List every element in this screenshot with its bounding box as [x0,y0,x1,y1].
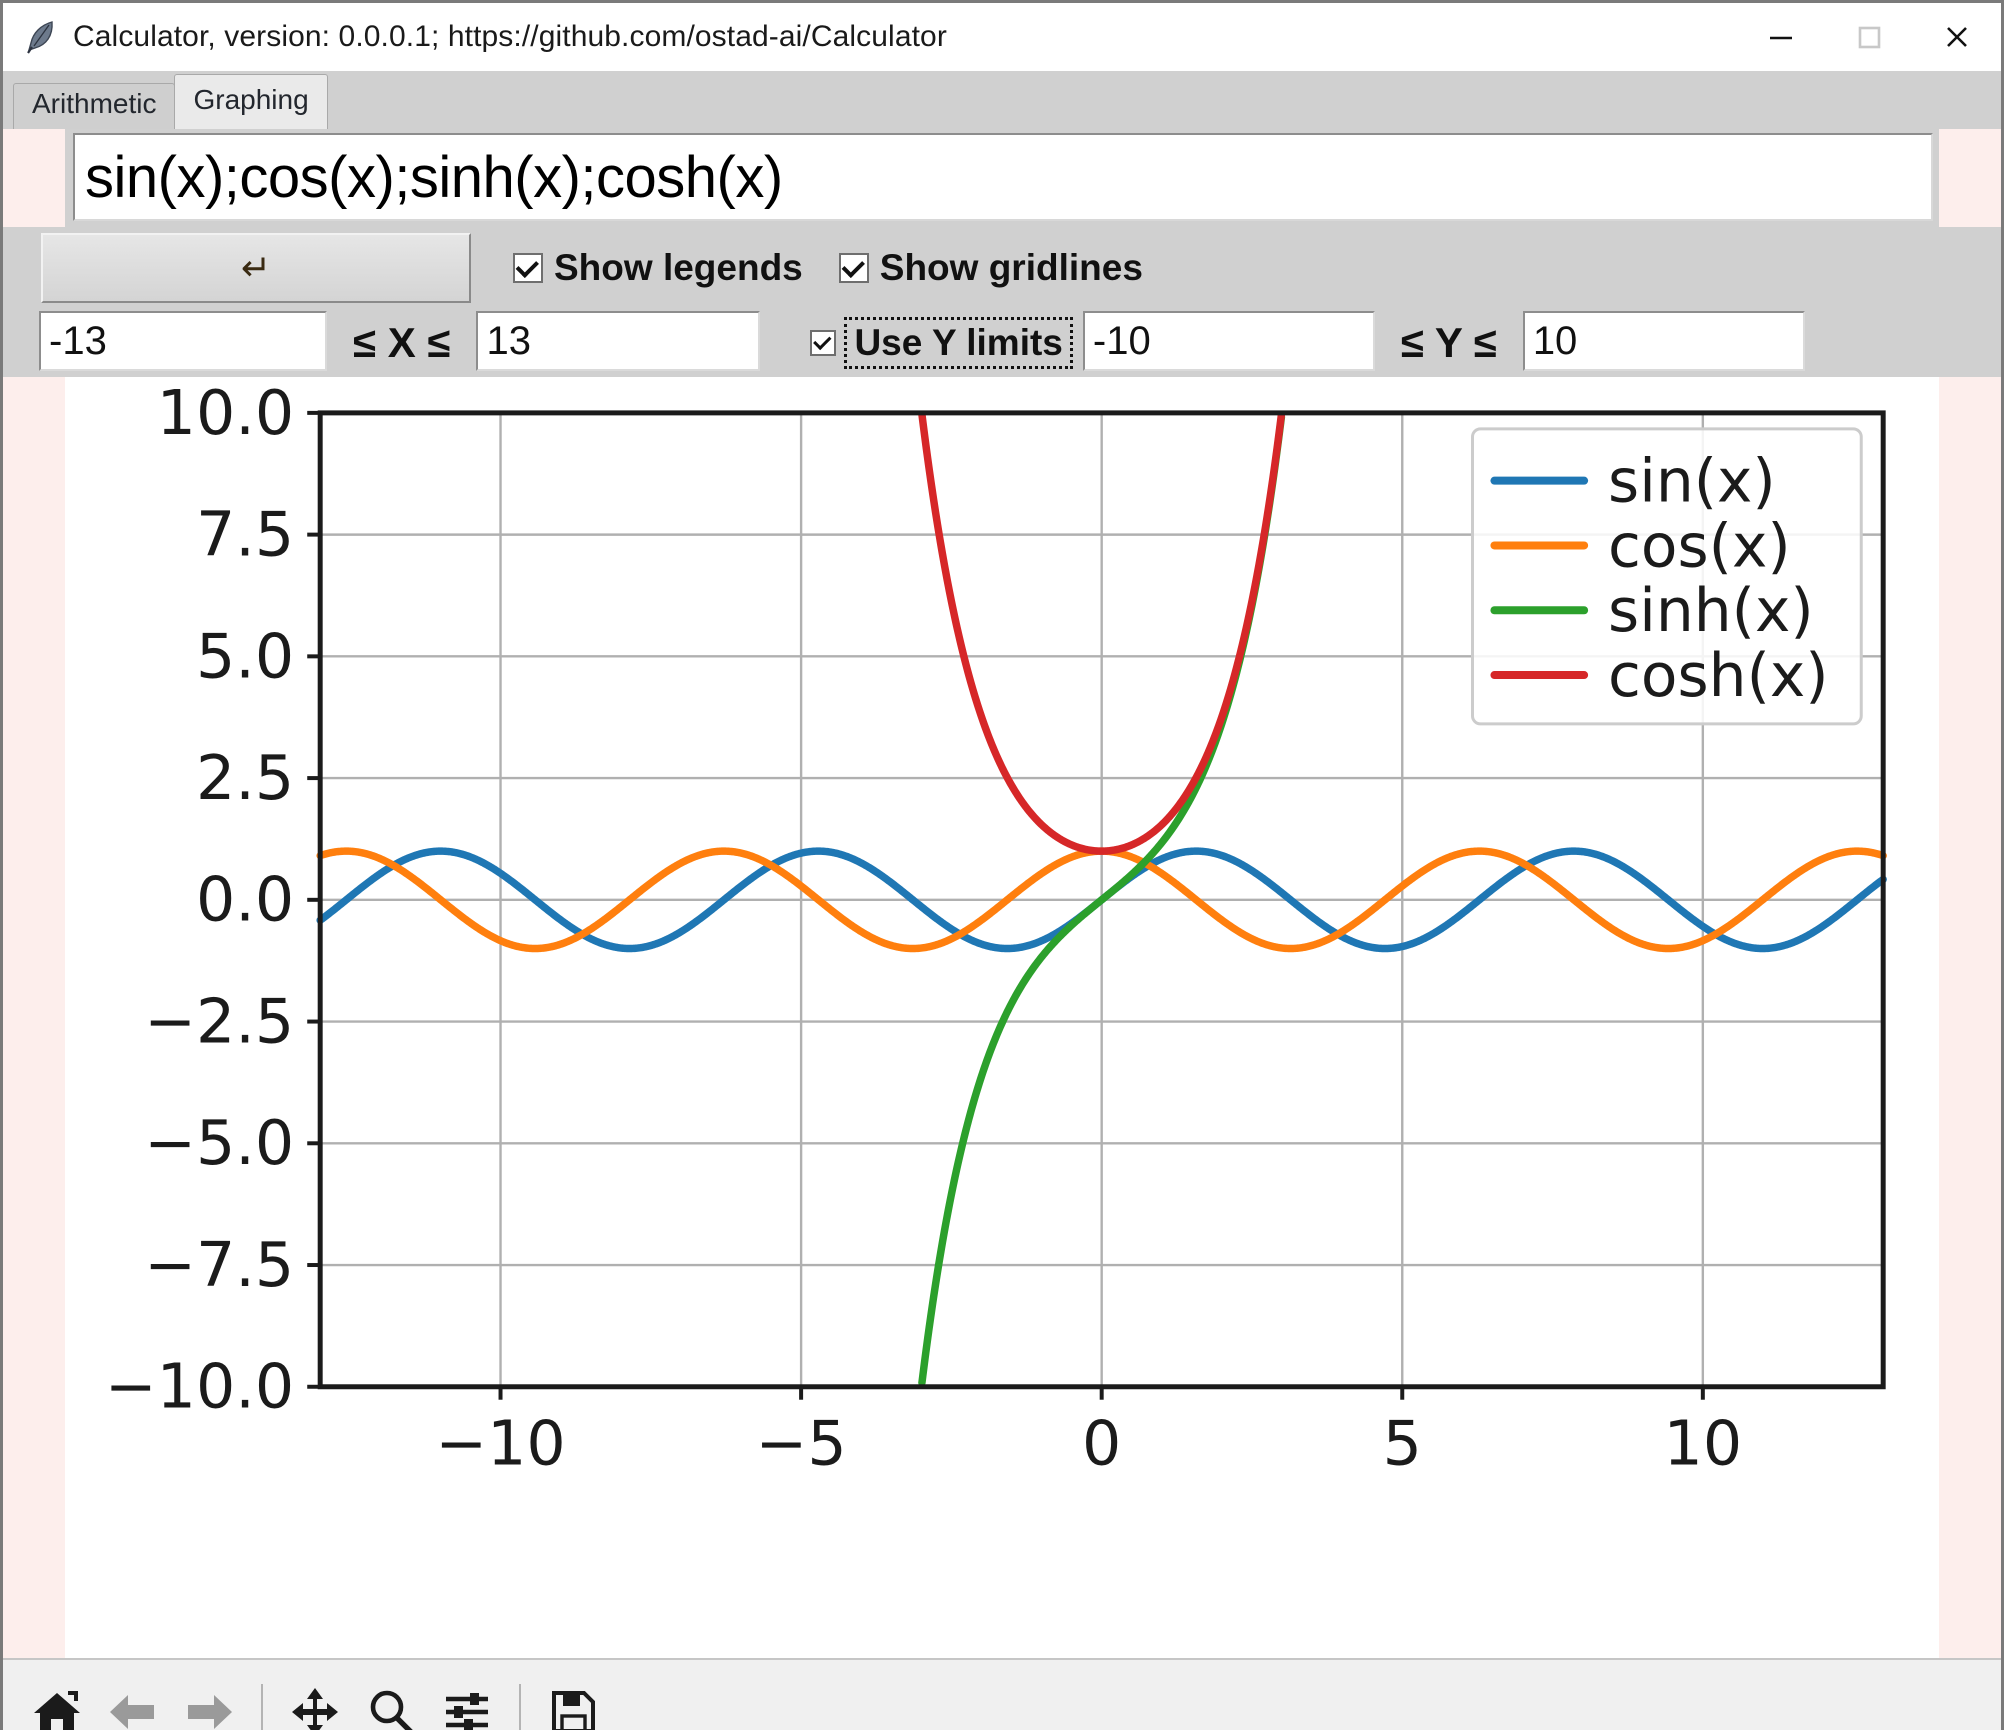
left-margin-strip [3,129,65,227]
show-gridlines-label: Show gridlines [880,247,1143,289]
svg-text:−5.0: −5.0 [144,1107,294,1179]
evaluate-button[interactable]: ↵ [41,233,471,303]
plot-svg: −10 −5 0 5 10 −10.0 −7.5 −5.0 −2.5 0.0 2.5 5.0 7.5 10… [65,377,1939,1658]
svg-text:−10.0: −10.0 [105,1351,294,1423]
svg-text:cosh(x): cosh(x) [1608,641,1829,711]
pan-move-icon[interactable] [277,1674,353,1730]
svg-text:2.5: 2.5 [196,742,294,814]
tab-arithmetic[interactable]: Arithmetic [13,83,175,129]
svg-text:5: 5 [1383,1408,1422,1480]
tab-strip: Arithmetic Graphing [3,71,2001,129]
svg-text:sinh(x): sinh(x) [1608,576,1814,646]
toolbar-divider [261,1684,263,1730]
x-relation-label: ≤ X ≤ [327,309,476,377]
window-controls [1737,3,2001,71]
svg-text:7.5: 7.5 [196,499,294,571]
show-legends-label: Show legends [554,247,803,289]
use-y-limits-label: Use Y limits [844,317,1072,369]
range-row: -13 ≤ X ≤ 13 Use Y limits -10 ≤ Y ≤ 10 [3,309,2001,377]
close-button[interactable] [1913,3,2001,71]
svg-text:−2.5: −2.5 [144,985,294,1057]
y-max-input[interactable]: 10 [1523,311,1805,371]
right-margin-strip [1939,377,2001,1658]
window-title: Calculator, version: 0.0.0.1; https://gi… [73,20,947,54]
svg-text:10: 10 [1664,1408,1743,1480]
tab-arithmetic-label: Arithmetic [32,88,156,120]
checkbox-check-icon [810,330,836,356]
show-legends-checkbox[interactable]: Show legends [513,247,803,289]
formula-row: sin(x);cos(x);sinh(x);cosh(x) [3,129,2001,227]
checkbox-check-icon [513,253,543,283]
svg-text:sin(x): sin(x) [1608,447,1776,517]
x-max-input[interactable]: 13 [476,311,760,371]
save-floppy-icon[interactable] [535,1674,611,1730]
configure-subplots-icon[interactable] [429,1674,505,1730]
zoom-magnifier-icon[interactable] [353,1674,429,1730]
svg-text:−10: −10 [435,1408,565,1480]
matplotlib-figure[interactable]: −10 −5 0 5 10 −10.0 −7.5 −5.0 −2.5 0.0 2.5 5.0 7.5 10… [65,377,1939,1658]
y-relation-label: ≤ Y ≤ [1375,309,1523,377]
svg-text:cos(x): cos(x) [1608,511,1791,581]
checkbox-check-icon [839,253,869,283]
forward-arrow-icon[interactable] [171,1674,247,1730]
svg-text:0.0: 0.0 [196,864,294,936]
svg-text:−7.5: −7.5 [144,1229,294,1301]
svg-text:0: 0 [1082,1408,1121,1480]
toolbar-divider [519,1684,521,1730]
svg-text:−5: −5 [756,1408,847,1480]
tab-graphing[interactable]: Graphing [174,74,327,129]
options-row: ↵ Show legends Show gridlines [3,227,2001,309]
minimize-button[interactable] [1737,3,1825,71]
x-min-input[interactable]: -13 [39,311,327,371]
show-gridlines-checkbox[interactable]: Show gridlines [839,247,1143,289]
feather-icon [25,17,59,57]
left-margin-strip [3,377,65,1658]
svg-text:5.0: 5.0 [196,620,294,692]
svg-text:10.0: 10.0 [157,377,295,449]
tab-graphing-label: Graphing [193,84,308,116]
navigation-toolbar [3,1658,2001,1730]
right-margin-strip [1939,129,2001,227]
title-bar: Calculator, version: 0.0.0.1; https://gi… [3,3,2001,71]
maximize-button[interactable] [1825,3,1913,71]
y-min-input[interactable]: -10 [1083,311,1375,371]
calculator-window: Calculator, version: 0.0.0.1; https://gi… [0,0,2004,1730]
plot-canvas: −10 −5 0 5 10 −10.0 −7.5 −5.0 −2.5 0.0 2.5 5.0 7.5 10… [3,377,2001,1658]
formula-input[interactable]: sin(x);cos(x);sinh(x);cosh(x) [73,133,1933,221]
evaluate-button-label: ↵ [241,247,271,289]
back-arrow-icon[interactable] [95,1674,171,1730]
use-y-limits-checkbox[interactable]: Use Y limits [810,309,1072,377]
home-icon[interactable] [19,1674,95,1730]
